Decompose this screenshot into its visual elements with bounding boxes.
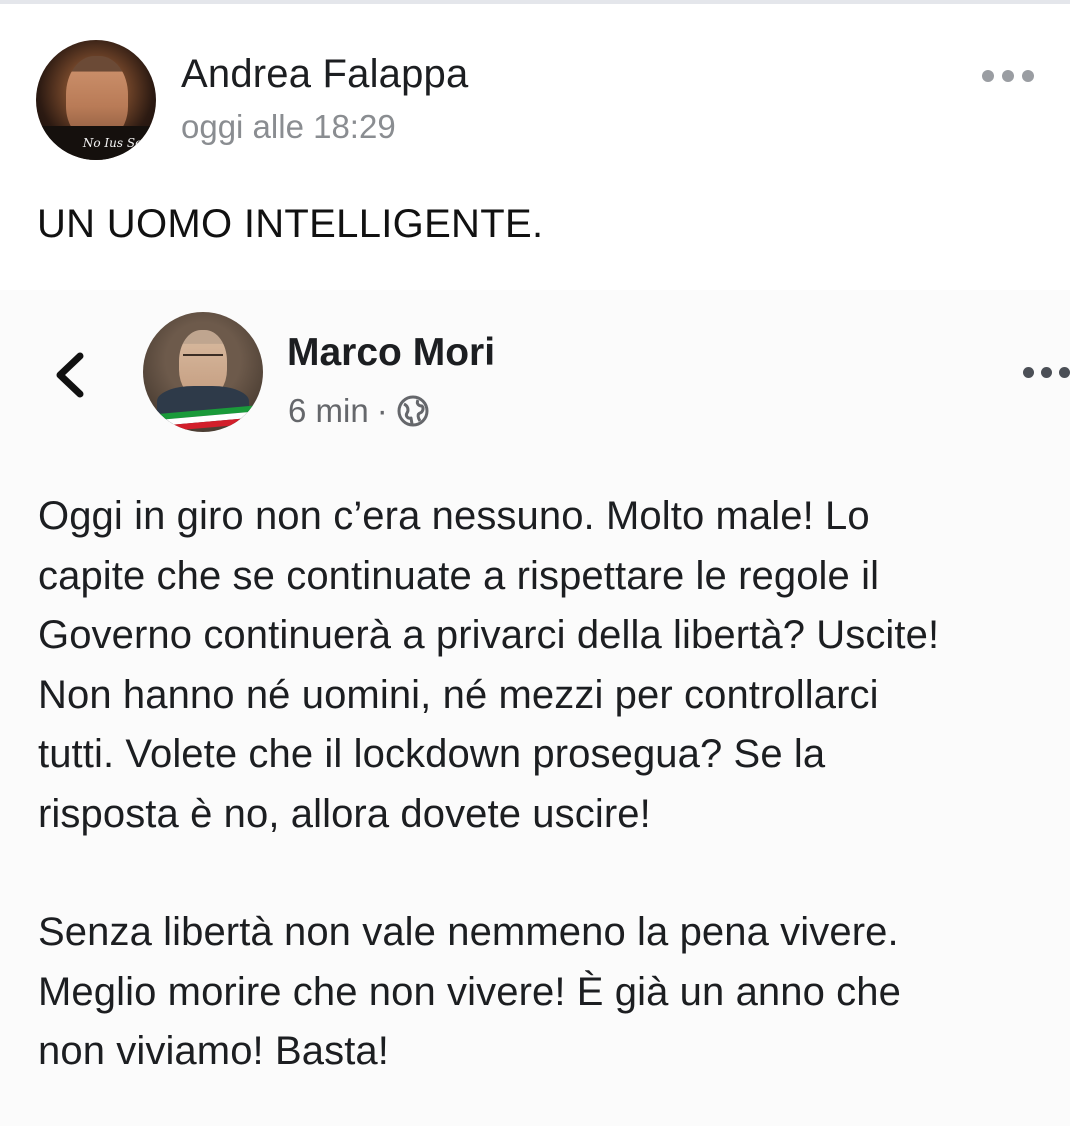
more-options-icon[interactable]: [982, 66, 1034, 86]
post-text: UN UOMO INTELLIGENTE.: [37, 202, 544, 246]
shared-post-body: Oggi in giro non c’era nessuno. Molto ma…: [38, 487, 1068, 1082]
shared-author-avatar[interactable]: [143, 312, 263, 432]
shared-post-meta: 6 min ·: [288, 392, 430, 430]
shared-more-options-icon[interactable]: [1023, 365, 1070, 379]
dot: [1023, 366, 1034, 378]
body-line: Non hanno né uomini, né mezzi per contro…: [38, 672, 879, 717]
body-line: risposta è no, allora dovete uscire!: [38, 791, 651, 836]
top-divider: [0, 0, 1070, 4]
dot: [1022, 70, 1034, 82]
shared-author-name[interactable]: Marco Mori: [287, 331, 495, 375]
avatar-glasses: [183, 354, 223, 364]
body-line: Senza libertà non vale nemmeno la pena v…: [38, 910, 899, 954]
chevron-left-icon[interactable]: [50, 350, 90, 400]
body-line: Oggi in giro non c’era nessuno. Molto ma…: [38, 494, 870, 538]
shared-post-time[interactable]: 6 min: [288, 392, 369, 430]
dot: [1002, 70, 1014, 82]
dot: [1041, 366, 1052, 378]
dot: [1059, 366, 1070, 378]
post-timestamp[interactable]: oggi alle 18:29: [181, 108, 396, 146]
body-line: Meglio morire che non vivere! È già un a…: [38, 969, 901, 1014]
meta-separator: ·: [376, 392, 388, 429]
body-line: Governo continuerà a privarci della libe…: [38, 613, 940, 657]
author-avatar[interactable]: No Ius Soli: [36, 40, 156, 160]
body-line: tutti. Volete che il lockdown prosegua? …: [38, 732, 826, 776]
avatar-caption: No Ius Soli: [82, 136, 150, 150]
post-page: No Ius Soli Andrea Falappa oggi alle 18:…: [0, 0, 1070, 1126]
author-name[interactable]: Andrea Falappa: [181, 52, 468, 97]
dot: [982, 70, 994, 82]
globe-icon: [397, 395, 429, 427]
body-line: non viviamo! Basta!: [38, 1029, 389, 1073]
body-line: capite che se continuate a rispettare le…: [38, 553, 880, 598]
